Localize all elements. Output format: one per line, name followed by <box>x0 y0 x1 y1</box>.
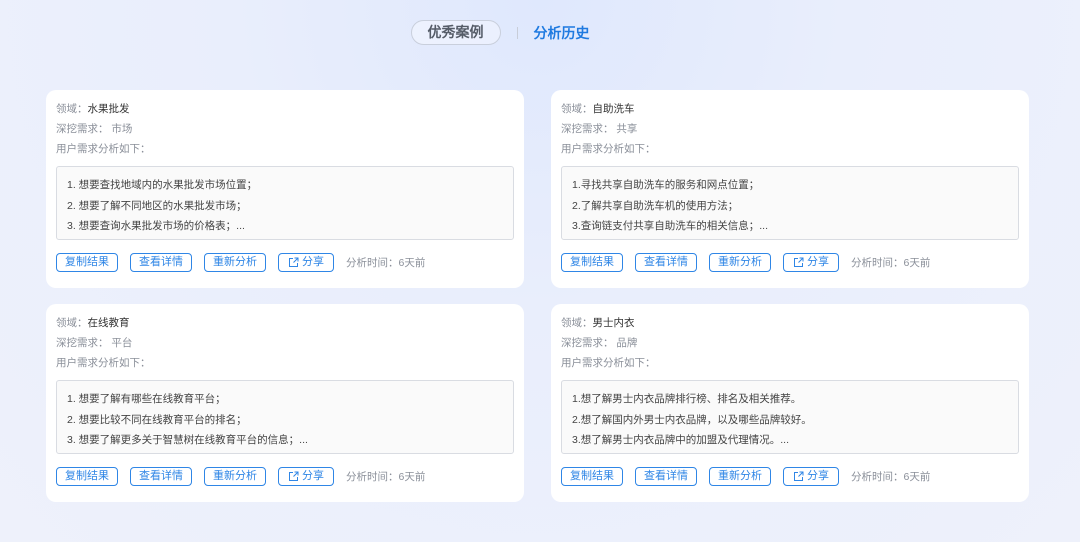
demand-label: 深挖需求： <box>56 337 109 349</box>
analysis-item: 2.了解共享自助洗车机的使用方法； <box>572 199 739 212</box>
tab-history[interactable]: 分析历史 <box>534 23 590 43</box>
share-button[interactable]: 分享 <box>278 467 334 486</box>
field-line: 领域：自助洗车 <box>561 101 635 116</box>
history-card: 领域：水果批发 深挖需求： 市场 用户需求分析如下： 1. 想要查找地域内的水果… <box>46 90 524 288</box>
history-card: 领域：在线教育 深挖需求： 平台 用户需求分析如下： 1. 想要了解有哪些在线教… <box>46 304 524 502</box>
card-actions: 复制结果 查看详情 重新分析 分享 分析时间：6天前 <box>561 253 930 272</box>
field-label: 领域： <box>56 103 88 115</box>
analysis-item: 1. 想要了解有哪些在线教育平台； <box>67 393 226 405</box>
field-line: 领域：男士内衣 <box>561 315 635 330</box>
share-icon <box>794 257 804 267</box>
reanalyze-button[interactable]: 重新分析 <box>204 253 266 272</box>
field-value: 男士内衣 <box>592 317 635 329</box>
analysis-box: 1. 想要了解有哪些在线教育平台； 2. 想要比较不同在线教育平台的排名； 3.… <box>56 380 514 454</box>
analysis-time: 分析时间：6天前 <box>346 255 425 270</box>
time-value: 6天前 <box>398 257 426 269</box>
share-label: 分享 <box>302 256 324 268</box>
share-icon <box>289 257 299 267</box>
demand-value: 品牌 <box>616 337 638 349</box>
demand-value: 平台 <box>111 337 133 349</box>
card-actions: 复制结果 查看详情 重新分析 分享 分析时间：6天前 <box>561 467 930 486</box>
share-label: 分享 <box>302 470 324 482</box>
view-detail-button[interactable]: 查看详情 <box>130 253 192 272</box>
share-label: 分享 <box>807 256 829 268</box>
card-actions: 复制结果 查看详情 重新分析 分享 分析时间：6天前 <box>56 253 425 272</box>
analysis-item: 3.查询链支付共享自助洗车的相关信息；... <box>572 220 769 232</box>
history-card: 领域：男士内衣 深挖需求： 品牌 用户需求分析如下： 1.想了解男士内衣品牌排行… <box>551 304 1029 502</box>
field-value: 水果批发 <box>87 103 130 115</box>
copy-result-button[interactable]: 复制结果 <box>561 467 623 486</box>
field-label: 领域： <box>56 317 88 329</box>
view-detail-button[interactable]: 查看详情 <box>635 253 697 272</box>
reanalyze-button[interactable]: 重新分析 <box>709 467 771 486</box>
tab-divider <box>516 26 518 39</box>
analysis-box: 1. 想要查找地域内的水果批发市场位置； 2. 想要了解不同地区的水果批发市场；… <box>56 166 514 240</box>
time-label: 分析时间： <box>346 471 399 483</box>
analysis-item: 1. 想要查找地域内的水果批发市场位置； <box>67 179 258 191</box>
demand-value: 市场 <box>111 123 133 135</box>
time-label: 分析时间： <box>851 471 904 483</box>
copy-result-button[interactable]: 复制结果 <box>56 253 118 272</box>
field-line: 领域：水果批发 <box>56 101 130 116</box>
view-detail-button[interactable]: 查看详情 <box>635 467 697 486</box>
analysis-label: 用户需求分析如下： <box>56 143 151 155</box>
time-label: 分析时间： <box>346 257 399 269</box>
field-line: 领域：在线教育 <box>56 315 130 330</box>
demand-label: 深挖需求： <box>561 337 614 349</box>
time-value: 6天前 <box>903 257 931 269</box>
analysis-item: 3. 想要了解更多关于智慧树在线教育平台的信息；... <box>67 434 308 446</box>
analysis-time: 分析时间：6天前 <box>851 255 930 270</box>
time-value: 6天前 <box>398 471 426 483</box>
card-actions: 复制结果 查看详情 重新分析 分享 分析时间：6天前 <box>56 467 425 486</box>
tab-cases[interactable]: 优秀案例 <box>410 20 501 45</box>
time-value: 6天前 <box>903 471 931 483</box>
analysis-item: 3. 想要查询水果批发市场的价格表；... <box>67 220 245 232</box>
analysis-box: 1.寻找共享自助洗车的服务和网点位置； 2.了解共享自助洗车机的使用方法； 3.… <box>561 166 1019 240</box>
field-label: 领域： <box>561 317 593 329</box>
analysis-item: 1.想了解男士内衣品牌排行榜、排名及相关推荐。 <box>572 393 802 405</box>
analysis-item: 3.想了解男士内衣品牌中的加盟及代理情况。... <box>572 434 790 446</box>
demand-line: 深挖需求： 共享 <box>561 121 637 136</box>
analysis-item: 2. 想要了解不同地区的水果批发市场； <box>67 199 247 212</box>
share-icon <box>794 471 804 481</box>
time-label: 分析时间： <box>851 257 904 269</box>
share-label: 分享 <box>807 470 829 482</box>
analysis-item: 2.想了解国内外男士内衣品牌，以及哪些品牌较好。 <box>572 413 812 426</box>
analysis-label: 用户需求分析如下： <box>561 357 656 369</box>
demand-label: 深挖需求： <box>561 123 614 135</box>
analysis-label: 用户需求分析如下： <box>56 357 151 369</box>
share-button[interactable]: 分享 <box>278 253 334 272</box>
reanalyze-button[interactable]: 重新分析 <box>709 253 771 272</box>
tab-bar: 优秀案例 分析历史 <box>0 20 1080 45</box>
copy-result-button[interactable]: 复制结果 <box>56 467 118 486</box>
analysis-label: 用户需求分析如下： <box>561 143 656 155</box>
field-label: 领域： <box>561 103 593 115</box>
demand-label: 深挖需求： <box>56 123 109 135</box>
demand-value: 共享 <box>616 123 638 135</box>
demand-line: 深挖需求： 市场 <box>56 121 132 136</box>
copy-result-button[interactable]: 复制结果 <box>561 253 623 272</box>
demand-line: 深挖需求： 品牌 <box>561 335 637 350</box>
analysis-item: 1.寻找共享自助洗车的服务和网点位置； <box>572 179 760 191</box>
share-button[interactable]: 分享 <box>783 467 839 486</box>
reanalyze-button[interactable]: 重新分析 <box>204 467 266 486</box>
analysis-box: 1.想了解男士内衣品牌排行榜、排名及相关推荐。 2.想了解国内外男士内衣品牌，以… <box>561 380 1019 454</box>
demand-line: 深挖需求： 平台 <box>56 335 132 350</box>
analysis-item: 2. 想要比较不同在线教育平台的排名； <box>67 413 247 426</box>
view-detail-button[interactable]: 查看详情 <box>130 467 192 486</box>
history-card: 领域：自助洗车 深挖需求： 共享 用户需求分析如下： 1.寻找共享自助洗车的服务… <box>551 90 1029 288</box>
field-value: 在线教育 <box>87 317 130 329</box>
share-button[interactable]: 分享 <box>783 253 839 272</box>
analysis-time: 分析时间：6天前 <box>346 469 425 484</box>
field-value: 自助洗车 <box>592 103 635 115</box>
share-icon <box>289 471 299 481</box>
analysis-time: 分析时间：6天前 <box>851 469 930 484</box>
